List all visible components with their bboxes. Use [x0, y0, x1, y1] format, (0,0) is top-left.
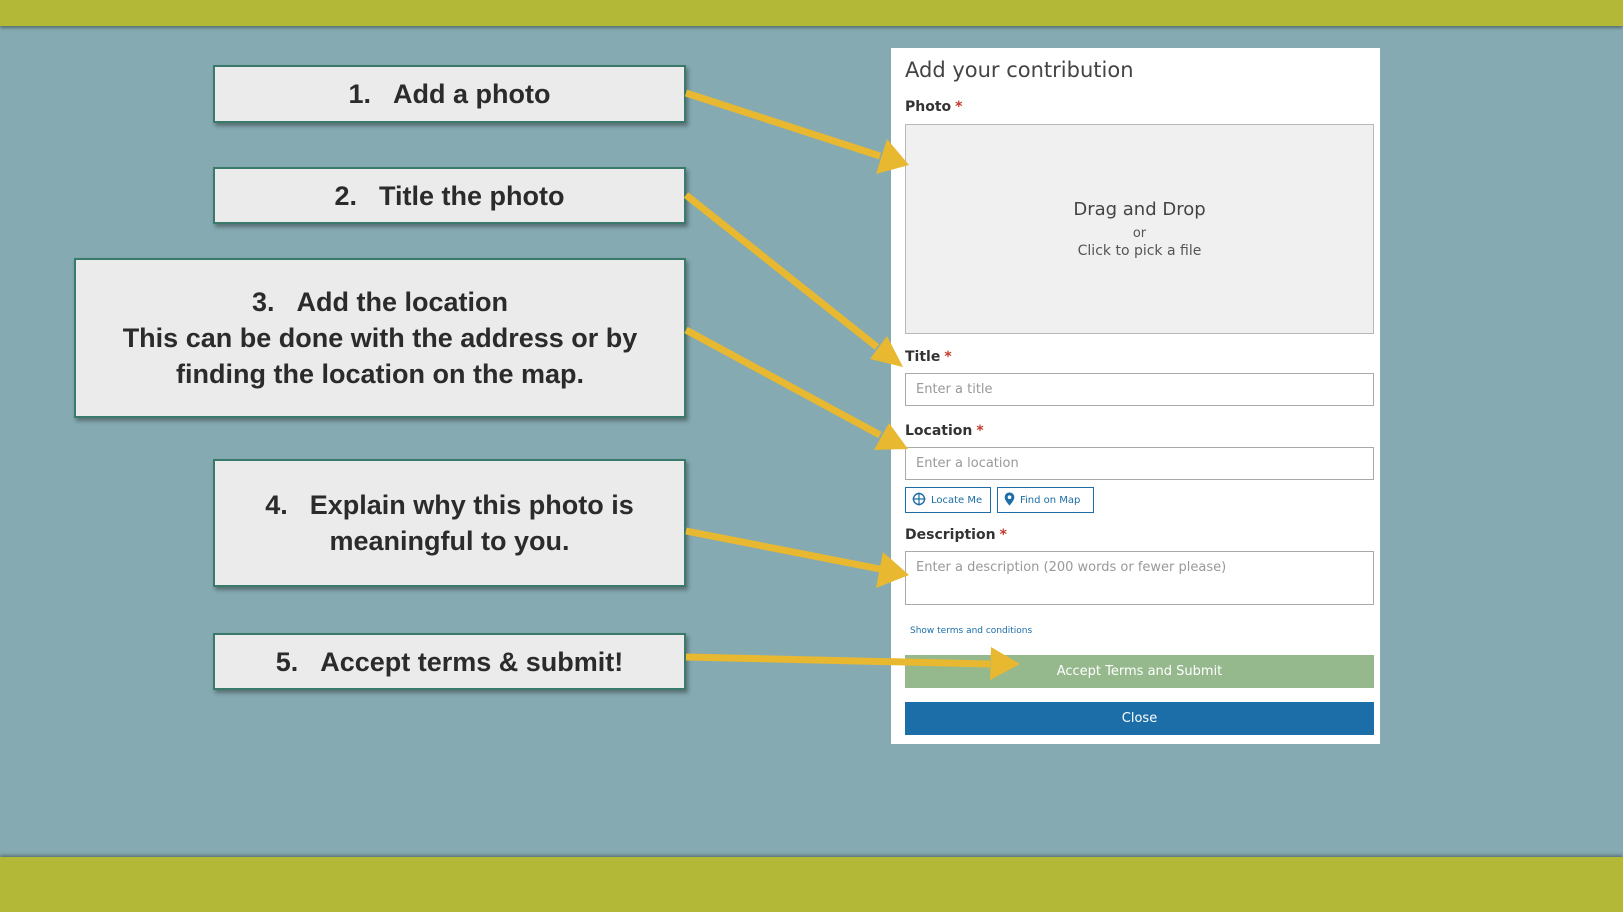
arrow-1 [684, 89, 909, 174]
arrow-4 [685, 527, 909, 588]
arrow-2 [683, 192, 903, 367]
callout-arrows [683, 89, 1020, 680]
arrow-5 [685, 647, 1020, 680]
